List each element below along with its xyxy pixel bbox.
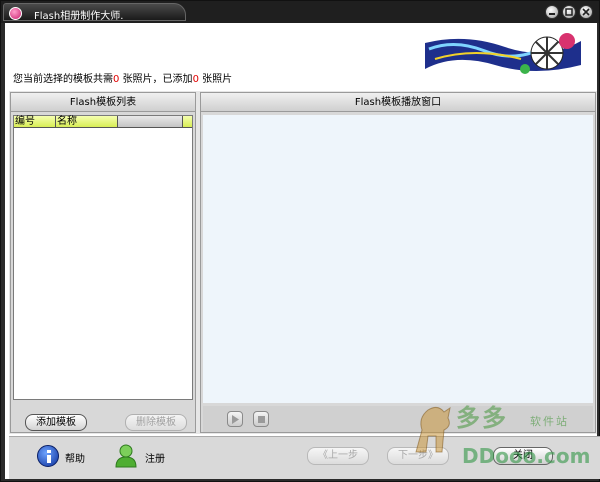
info-suffix: 张照片 xyxy=(202,74,233,85)
help-label[interactable]: 帮助 xyxy=(65,450,85,465)
maximize-icon[interactable] xyxy=(562,5,576,19)
window-title: Flash相册制作大师. xyxy=(34,11,124,22)
photo-count-info: 您当前选择的模板共需0 张照片，已添加0 张照片 xyxy=(13,70,232,85)
banner-image xyxy=(425,25,581,83)
user-icon[interactable] xyxy=(115,444,137,468)
horse-logo-icon xyxy=(415,406,451,453)
play-button[interactable] xyxy=(227,411,243,427)
minimize-icon[interactable] xyxy=(545,5,559,19)
list-header: 编号 名称 xyxy=(14,116,192,128)
column-header-end xyxy=(182,116,192,128)
watermark-name: 多多 xyxy=(456,403,508,432)
play-icon xyxy=(232,415,239,424)
player-title: Flash模板播放窗口 xyxy=(201,93,595,112)
close-icon[interactable] xyxy=(579,5,593,19)
added-count: 0 xyxy=(192,74,199,85)
help-icon[interactable] xyxy=(37,445,59,467)
main-panels: Flash模板列表 编号 名称 添加模板 删除模板 Flash模板播放窗口 xyxy=(9,91,597,434)
info-mid: 张照片，已添加 xyxy=(122,74,193,85)
stop-icon xyxy=(258,416,265,423)
template-list[interactable]: 编号 名称 xyxy=(13,115,193,400)
column-header-number[interactable]: 编号 xyxy=(14,116,56,128)
add-template-button[interactable]: 添加模板 xyxy=(25,414,87,431)
app-logo-icon xyxy=(9,7,22,20)
flash-player-area[interactable] xyxy=(203,115,593,403)
template-list-title: Flash模板列表 xyxy=(11,93,195,112)
title-tab: Flash相册制作大师. xyxy=(3,3,186,22)
info-prefix: 您当前选择的模板共需 xyxy=(13,74,113,85)
column-header-name[interactable]: 名称 xyxy=(56,116,118,128)
register-label[interactable]: 注册 xyxy=(145,450,165,465)
stop-button[interactable] xyxy=(253,411,269,427)
watermark-url: DDooo.com xyxy=(462,444,591,468)
watermark-tagline: 软件站 xyxy=(530,415,569,428)
watermark: 多多 软件站 DDooo.com xyxy=(408,398,591,470)
player-panel: Flash模板播放窗口 xyxy=(200,92,596,433)
title-bar[interactable]: Flash相册制作大师. xyxy=(1,1,599,23)
column-header-blank xyxy=(118,116,182,128)
required-count: 0 xyxy=(113,74,120,85)
prev-step-button[interactable]: 《上一步 xyxy=(307,447,369,465)
delete-template-button[interactable]: 删除模板 xyxy=(125,414,187,431)
template-list-panel: Flash模板列表 编号 名称 添加模板 删除模板 xyxy=(10,92,196,433)
